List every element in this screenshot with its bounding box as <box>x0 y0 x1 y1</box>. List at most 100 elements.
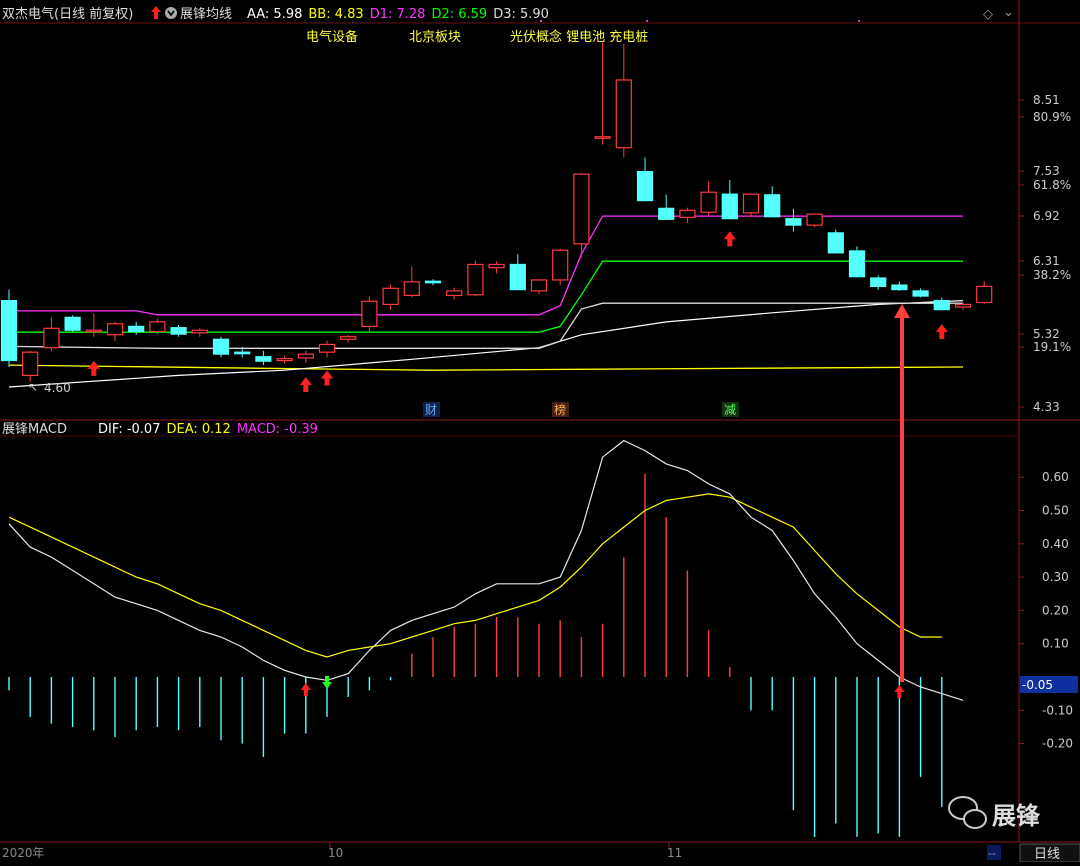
candle-body[interactable] <box>658 207 675 220</box>
candle-body[interactable] <box>764 194 781 218</box>
stock-chart-canvas[interactable]: 8.51 80.9% 7.5361.8% 6.92 6.3138.2% 5.3219.1%… <box>0 0 1080 863</box>
indicator-name[interactable]: 展锋均线 <box>180 7 232 22</box>
candle-body[interactable] <box>191 329 208 334</box>
chart-window: 8.51 80.9% 7.53 61.8% 6.92 6.31 38.2% 5.32 19.1%… <box>0 0 1080 863</box>
watermark-text: 展锋 <box>992 802 1041 830</box>
candle-body[interactable] <box>297 353 314 359</box>
price-axis-label: 6.92 <box>1033 209 1060 223</box>
moving-average-lines <box>8 215 964 388</box>
macd-axis-label: 0.60 <box>1042 470 1069 484</box>
candle-body[interactable] <box>149 321 166 333</box>
candle-body[interactable] <box>255 356 272 362</box>
up-arrow-icon <box>151 6 161 19</box>
ribbon-icon[interactable]: ⌄ <box>1003 5 1014 20</box>
wechat-icon-bubble <box>963 809 987 829</box>
stock-title[interactable]: 双杰电气(日线 前复权) <box>2 6 133 22</box>
candle-body[interactable] <box>340 336 357 340</box>
candle-body[interactable] <box>912 290 929 297</box>
date-axis: 2020年 10 11 -- 日线 <box>2 842 1080 863</box>
concept-tag[interactable]: 光伏概念 锂电池 充电桩 <box>510 29 648 45</box>
candle-body[interactable] <box>954 303 972 308</box>
candle-body[interactable] <box>870 277 887 287</box>
candle-body[interactable] <box>403 281 420 297</box>
macd-current-label: -0.05 <box>1022 678 1053 692</box>
candle-body[interactable] <box>806 213 823 226</box>
candle-body[interactable] <box>170 327 187 335</box>
buy-arrow-icon <box>299 377 312 393</box>
diamond-icon[interactable]: ◇ <box>983 7 993 22</box>
macd-name[interactable]: 展锋MACD <box>2 422 67 437</box>
indicator-value: D1: 7.28 <box>370 7 426 22</box>
macd-title-bar: 展锋MACD DIF: -0.07 DEA: 0.12 MACD: -0.39 <box>2 422 318 437</box>
dropdown-circle-icon[interactable] <box>165 7 177 19</box>
price-axis-label: 6.31 <box>1033 254 1060 268</box>
candle-body[interactable] <box>424 280 442 284</box>
candle-body[interactable] <box>933 299 950 311</box>
price-annotations: ↖ 4.60 财 榜 减 <box>28 380 739 417</box>
candlestick-series[interactable] <box>0 42 993 382</box>
signal-arrows <box>87 20 948 393</box>
candle-body[interactable] <box>976 285 993 304</box>
finance-badge[interactable]: 财 <box>425 403 437 417</box>
candle-body[interactable] <box>106 323 124 336</box>
candle-body[interactable] <box>509 263 526 291</box>
candle-body[interactable] <box>552 249 569 281</box>
price-axis-grid: 8.51 80.9% 7.5361.8% 6.92 6.3138.2% 5.3219.1%… <box>1019 93 1071 414</box>
price-axis-label: 4.33 <box>1033 400 1060 414</box>
candle-body[interactable] <box>0 299 18 362</box>
price-axis-label: 8.51 <box>1033 93 1060 107</box>
macd-axis-label: 0.40 <box>1042 537 1069 551</box>
candle-body[interactable] <box>446 290 463 297</box>
date-label: 11 <box>667 846 682 860</box>
candle-body[interactable] <box>318 343 336 353</box>
candle-body[interactable] <box>573 173 590 245</box>
candle-body[interactable] <box>212 338 230 355</box>
candle-body[interactable] <box>785 218 802 226</box>
bb-line <box>8 364 964 371</box>
concept-tag[interactable]: 电气设备 <box>306 29 358 45</box>
reduce-holding-badge[interactable]: 减 <box>724 403 736 417</box>
concept-tag[interactable]: 北京板块 <box>409 30 461 45</box>
candle-body[interactable] <box>530 279 548 292</box>
candle-body[interactable] <box>488 263 505 269</box>
indicator-value: AA: 5.98 <box>247 7 302 22</box>
candle-body[interactable] <box>85 329 102 333</box>
down-arrow-icon <box>322 676 332 689</box>
candle-body[interactable] <box>679 209 696 218</box>
candle-body[interactable] <box>467 263 484 296</box>
dif-line <box>8 439 964 701</box>
candle-body[interactable] <box>721 193 738 220</box>
buy-arrow-icon <box>723 231 736 247</box>
candle-body[interactable] <box>382 287 399 306</box>
price-axis-label: 19.1% <box>1033 340 1071 354</box>
scroll-button-label[interactable]: -- <box>988 847 996 860</box>
dragon-tiger-badge[interactable]: 榜 <box>554 402 566 417</box>
candle-body[interactable] <box>22 351 39 376</box>
date-label: 2020年 <box>2 846 45 860</box>
price-axis-label: 7.53 <box>1033 164 1060 178</box>
macd-axis-label: 0.50 <box>1042 504 1069 518</box>
macd-dif-value: DIF: -0.07 <box>98 422 160 437</box>
price-axis-label: 5.32 <box>1033 327 1060 341</box>
candle-body[interactable] <box>43 327 60 349</box>
candle-body[interactable] <box>827 232 844 254</box>
candle-body[interactable] <box>615 79 632 149</box>
up-arrow-icon <box>300 683 311 696</box>
buy-arrow-icon <box>935 324 948 340</box>
candle-body[interactable] <box>594 136 611 139</box>
up-arrow-icon <box>894 685 905 698</box>
candle-body[interactable] <box>848 250 866 278</box>
candle-body[interactable] <box>742 193 760 214</box>
chart-frame <box>0 0 1080 843</box>
candle-body[interactable] <box>64 316 81 331</box>
low-arrow-icon: ↖ <box>28 380 38 394</box>
candle-body[interactable] <box>276 358 293 362</box>
candle-body[interactable] <box>361 300 378 327</box>
candle-body[interactable] <box>234 351 251 355</box>
buy-arrow-icon <box>87 360 100 376</box>
candle-body[interactable] <box>891 284 908 291</box>
period-tab-label[interactable]: 日线 <box>1034 847 1060 862</box>
candle-body[interactable] <box>128 325 145 333</box>
candle-body[interactable] <box>700 191 717 213</box>
candle-body[interactable] <box>636 170 654 202</box>
